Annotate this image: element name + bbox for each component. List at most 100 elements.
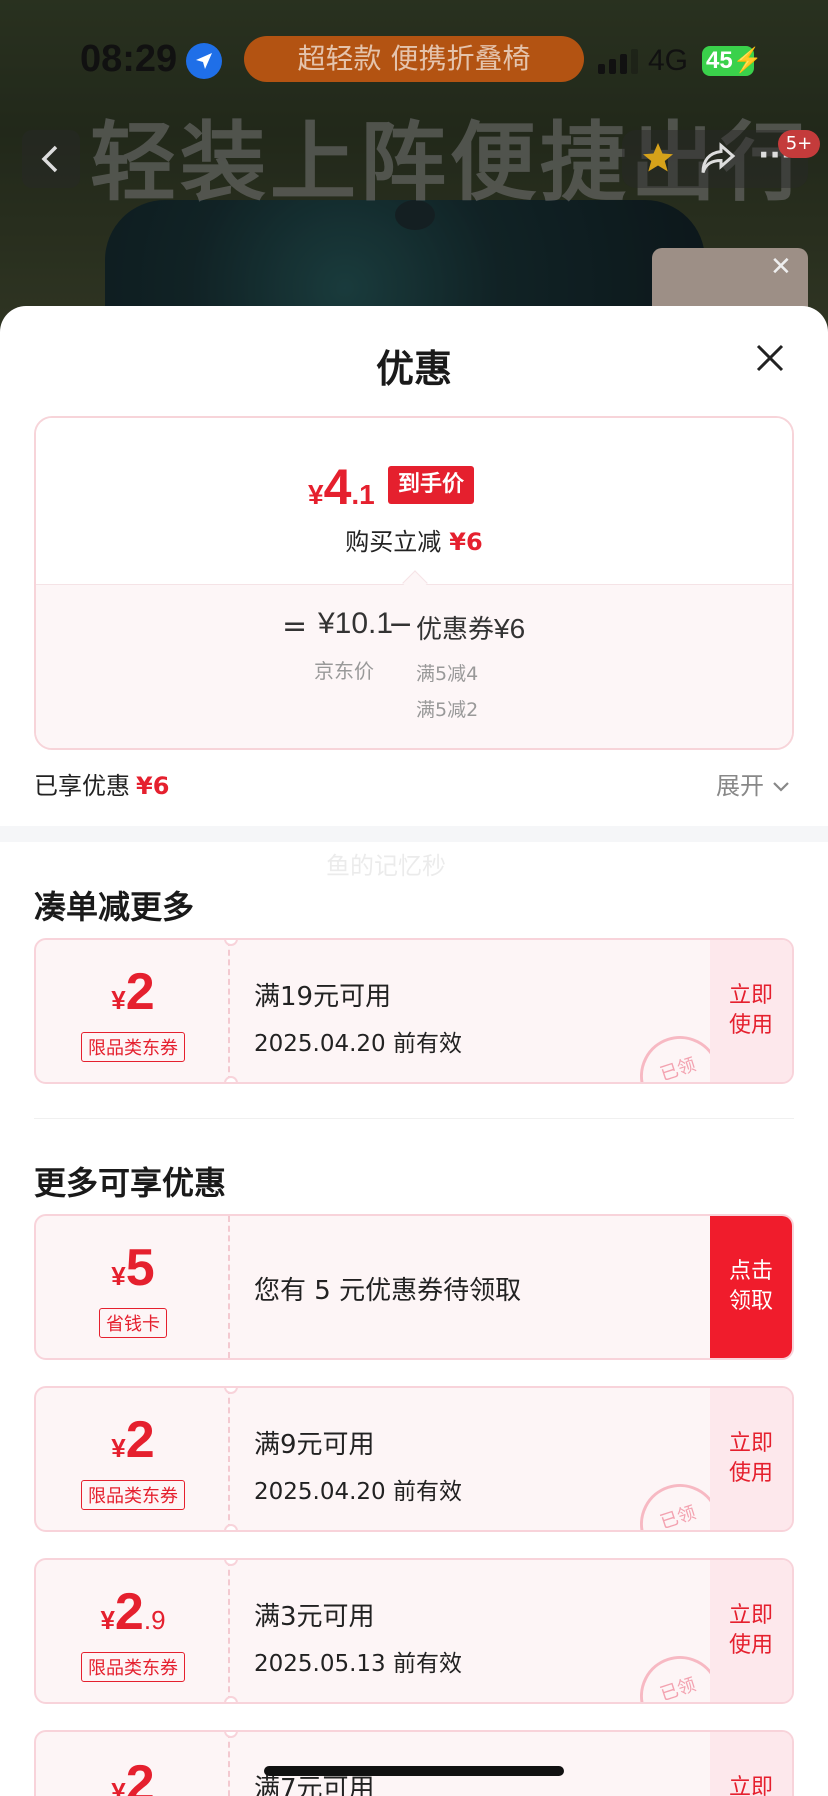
use-now-button[interactable]: 立即 使用 [710, 1732, 792, 1796]
coupon-validity: 2025.04.20 前有效 [254, 1479, 462, 1505]
coupon-condition: 满19元可用 [254, 982, 392, 1012]
coupon-value-area: ¥2 限品类东券 [36, 1388, 230, 1530]
coupon-rule: 满5减4 [416, 663, 479, 685]
coupon-value-area: ¥5 省钱卡 [36, 1216, 230, 1358]
instant-reduction-value: ¥6 [449, 528, 483, 556]
final-price-decimal: .1 [351, 479, 375, 510]
expand-button[interactable]: 展开 [716, 766, 790, 801]
discount-sheet: 优惠 ¥4.1 到手价 购买立减 ¥6 = ¥10.1 京东价 − 优惠券¥6 满… [0, 306, 828, 1796]
coupon-total-label: 优惠券 [416, 615, 495, 645]
signal-icon [598, 48, 638, 74]
enjoyed-discount-value: ¥6 [136, 772, 170, 800]
coupon-rule: 满5减2 [416, 699, 479, 721]
coupon-type: 限品类东券 [36, 1480, 230, 1510]
enjoyed-discount-label: 已享优惠 [34, 772, 130, 800]
enjoyed-discount: 已享优惠 ¥6 [34, 766, 169, 801]
section-divider [0, 826, 828, 842]
section-separator [34, 1118, 794, 1119]
product-background: 轻装上阵便捷出行 08:29 超轻款 便携折叠椅 4G 45⚡ ··· 5+ ✕ [0, 0, 828, 330]
coupon-type-label: 限品类东券 [81, 1032, 185, 1062]
section-title-more-savings: 凑单减更多 [34, 888, 195, 926]
coupon-total: 优惠券¥6 [416, 609, 525, 646]
coupon-card: ¥2 满7元可用 立即 使用 [34, 1730, 794, 1796]
back-button[interactable] [22, 130, 80, 188]
coupon-type-label: 限品类东券 [81, 1652, 185, 1682]
coupon-amount: ¥5 [36, 1238, 230, 1298]
final-price: ¥4.1 [308, 458, 375, 516]
coupon-card: ¥2 限品类东券 满9元可用 2025.04.20 前有效 已领 立即 使用 [34, 1386, 794, 1532]
sheet-title: 优惠 [375, 347, 452, 391]
instant-reduction: 购买立减 ¥6 [36, 522, 792, 557]
watermark: 鱼的记忆秒 [326, 852, 446, 880]
currency-symbol: ¥ [111, 1433, 126, 1463]
use-now-button[interactable]: 立即 使用 [710, 1560, 792, 1702]
product-title-pill[interactable]: 超轻款 便携折叠椅 [244, 36, 584, 82]
coupon-amount: ¥2 [36, 1754, 230, 1796]
coupon-total-value: ¥6 [494, 613, 526, 644]
savings-card-coupon: ¥5 省钱卡 您有 5 元优惠券待领取 点击 领取 [34, 1214, 794, 1360]
coupon-description: 您有 5 元优惠券待领取 [254, 1276, 522, 1306]
coupon-condition: 满3元可用 [254, 1602, 375, 1632]
jd-price: ¥10.1 [318, 607, 394, 640]
close-icon[interactable] [748, 336, 792, 380]
coupon-type: 限品类东券 [36, 1032, 230, 1062]
chevron-down-icon [773, 782, 789, 792]
currency-symbol: ¥ [111, 1777, 126, 1796]
coupon-notch [224, 1076, 238, 1082]
coupon-validity: 2025.05.13 前有效 [254, 1651, 462, 1677]
coupon-notch [224, 1732, 238, 1738]
coupon-validity: 2025.04.20 前有效 [254, 1031, 462, 1057]
star-icon [643, 143, 673, 172]
currency-symbol: ¥ [308, 479, 324, 510]
coupon-type-label: 省钱卡 [99, 1308, 167, 1338]
battery-level: 45 [706, 47, 733, 74]
network-type: 4G [648, 44, 689, 77]
coupon-notch [224, 1524, 238, 1530]
coupon-card: ¥2 限品类东券 满19元可用 2025.04.20 前有效 已领 立即 使用 [34, 938, 794, 1084]
equals-sign: = [282, 609, 308, 644]
price-breakdown: = ¥10.1 京东价 − 优惠券¥6 满5减4 满5减2 [36, 584, 792, 748]
coupon-amount: ¥2.9 [36, 1582, 230, 1642]
coupon-value-area: ¥2 限品类东券 [36, 940, 230, 1082]
coupon-notch [224, 1388, 238, 1394]
coupon-value-area: ¥2 [36, 1732, 230, 1796]
coupon-value-area: ¥2.9 限品类东券 [36, 1560, 230, 1702]
jd-price-label: 京东价 [314, 659, 374, 683]
final-price-integer: 4 [323, 459, 352, 515]
coupon-type: 限品类东券 [36, 1652, 230, 1682]
coupon-amount-decimal: .9 [143, 1605, 166, 1635]
coupon-amount: ¥2 [36, 1410, 230, 1470]
coupon-card: ¥2.9 限品类东券 满3元可用 2025.05.13 前有效 已领 立即 使用 [34, 1558, 794, 1704]
minus-sign: − [388, 607, 414, 642]
expand-label: 展开 [716, 772, 764, 800]
instant-reduction-label: 购买立减 [345, 528, 442, 556]
claim-button[interactable]: 点击 领取 [710, 1216, 792, 1358]
price-summary-top: ¥4.1 到手价 购买立减 ¥6 [36, 418, 792, 584]
coupon-amount-value: 2 [125, 1755, 155, 1796]
coupon-condition: 满9元可用 [254, 1430, 375, 1460]
coupon-amount-value: 2 [125, 1411, 155, 1469]
currency-symbol: ¥ [111, 1261, 126, 1291]
use-now-button[interactable]: 立即 使用 [710, 940, 792, 1082]
coupon-notch [224, 1696, 238, 1702]
currency-symbol: ¥ [100, 1605, 115, 1635]
status-time: 08:29 [80, 38, 178, 80]
chevron-left-icon [41, 145, 58, 173]
section-title-more-offers: 更多可享优惠 [34, 1164, 227, 1202]
price-summary-card: ¥4.1 到手价 购买立减 ¥6 = ¥10.1 京东价 − 优惠券¥6 满5减4… [34, 416, 794, 750]
coupon-amount-value: 2 [114, 1583, 144, 1641]
coupon-type-label: 限品类东券 [81, 1480, 185, 1510]
close-thumbnail-icon[interactable]: ✕ [770, 252, 792, 282]
location-arrow-icon [186, 43, 222, 79]
coupon-type: 省钱卡 [36, 1308, 230, 1338]
use-now-button[interactable]: 立即 使用 [710, 1388, 792, 1530]
final-price-tag: 到手价 [388, 466, 475, 504]
notification-badge: 5+ [778, 130, 820, 158]
currency-symbol: ¥ [111, 985, 126, 1015]
share-icon [701, 142, 736, 174]
coupon-amount-value: 2 [125, 963, 155, 1021]
coupon-notch [224, 940, 238, 946]
home-indicator[interactable] [264, 1766, 564, 1776]
coupon-amount: ¥2 [36, 962, 230, 1022]
battery-icon: 45⚡ [702, 46, 763, 76]
